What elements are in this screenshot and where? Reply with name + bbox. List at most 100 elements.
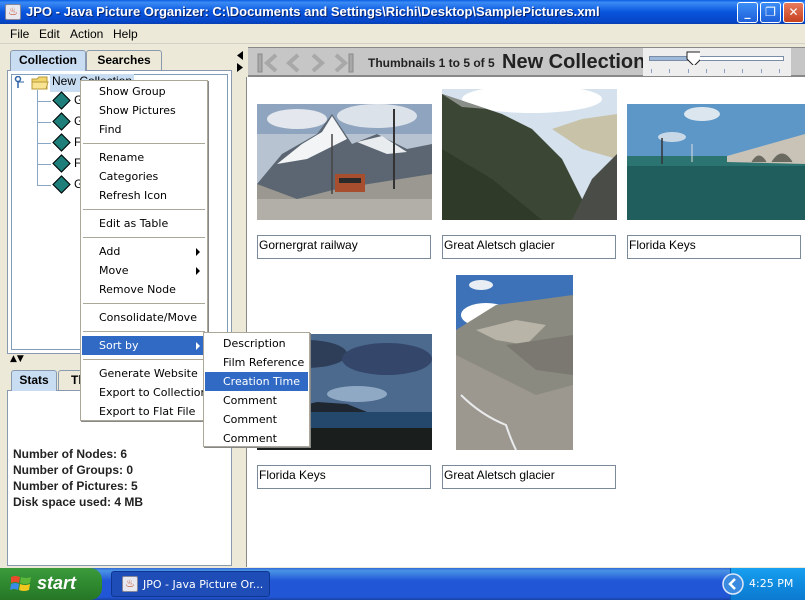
menu-item-rename[interactable]: Rename	[82, 148, 206, 167]
submenu-arrow-icon	[196, 342, 200, 350]
menu-separator	[83, 303, 205, 304]
tree-branch	[37, 185, 51, 186]
menu-action[interactable]: Action	[70, 27, 103, 41]
clock[interactable]: 4:25 PM	[749, 577, 793, 590]
slider-tick	[651, 69, 652, 73]
restore-button[interactable]: ❐	[760, 2, 781, 23]
menu-item-label: Sort by	[99, 339, 139, 352]
stat-disk-space: Disk space used: 4 MB	[13, 495, 144, 509]
menu-item-refresh-icon[interactable]: Refresh Icon	[82, 186, 206, 205]
zoom-slider[interactable]	[643, 48, 791, 76]
menu-item-add[interactable]: Add	[82, 242, 206, 261]
sort-option-comment[interactable]: Comment	[205, 429, 308, 448]
last-page-icon[interactable]	[333, 53, 355, 73]
thumbnail-image[interactable]	[257, 104, 432, 220]
system-tray: 4:25 PM	[722, 568, 805, 600]
thumbnail-image[interactable]	[442, 89, 617, 220]
menu-item-move[interactable]: Move	[82, 261, 206, 280]
sort-by-submenu: Description Film Reference Creation Time Co…	[203, 332, 310, 447]
menu-item-label: Find	[99, 123, 122, 136]
thumbnail-caption[interactable]: Great Aletsch glacier	[442, 235, 616, 259]
thumbnail-caption[interactable]: Great Aletsch glacier	[442, 465, 616, 489]
slider-tick	[779, 69, 780, 73]
tree-branch	[37, 101, 51, 102]
menu-separator	[83, 331, 205, 332]
show-hidden-icons-button[interactable]	[722, 573, 744, 595]
menu-item-find[interactable]: Find	[82, 120, 206, 139]
menu-help[interactable]: Help	[113, 27, 138, 41]
menu-item-label: Generate Website	[99, 367, 198, 380]
tree-handle-icon[interactable]	[14, 75, 24, 88]
menu-item-label: Remove Node	[99, 283, 176, 296]
sort-option-creation-time[interactable]: Creation Time	[205, 372, 308, 391]
menu-item-show-group[interactable]: Show Group	[82, 82, 206, 101]
menu-item-label: Edit as Table	[99, 217, 169, 230]
menu-item-label: Refresh Icon	[99, 189, 168, 202]
sort-option-film-reference[interactable]: Film Reference	[205, 353, 308, 372]
slider-thumb[interactable]	[686, 51, 700, 65]
slider-tick	[705, 69, 707, 73]
menu-item-label: Rename	[99, 151, 145, 164]
menu-item-categories[interactable]: Categories	[82, 167, 206, 186]
thumbnail-mountain-railway	[257, 104, 432, 220]
menu-separator	[83, 237, 205, 238]
java-app-icon[interactable]: ♨	[5, 4, 21, 20]
vertical-splitter[interactable]	[233, 45, 246, 567]
thumbnail-sea-bridge	[627, 104, 805, 220]
thumbnail-caption[interactable]: Florida Keys	[627, 235, 801, 259]
sort-option-description[interactable]: Description	[205, 334, 308, 353]
next-page-icon[interactable]	[309, 53, 327, 73]
tree-branch	[37, 164, 51, 165]
menu-item-consolidate-move[interactable]: Consolidate/Move	[82, 308, 206, 327]
tree-connector	[37, 90, 38, 186]
menu-item-edit-as-table[interactable]: Edit as Table	[82, 214, 206, 233]
menu-item-generate-website[interactable]: Generate Website	[82, 364, 206, 383]
menu-item-export-to-collection[interactable]: Export to Collection	[82, 383, 207, 402]
taskbar-item-jpo[interactable]: ♨ JPO - Java Picture Or...	[111, 571, 270, 597]
menu-item-label: Export to Flat File	[99, 405, 196, 418]
thumbnail-image[interactable]	[627, 104, 805, 220]
collection-title: New Collection	[502, 51, 646, 73]
folder-icon	[31, 76, 49, 90]
menu-edit[interactable]: Edit	[39, 27, 60, 41]
sort-option-label: Creation Time	[223, 375, 300, 388]
menu-item-remove-node[interactable]: Remove Node	[82, 280, 206, 299]
thumbnail-rocky-gorge	[456, 275, 573, 450]
splitter-collapse-icon[interactable]	[236, 51, 244, 73]
thumbnail-caption[interactable]: Florida Keys	[257, 465, 431, 489]
splitter-arrows-icon[interactable]: ▲▼	[10, 354, 24, 365]
previous-page-icon[interactable]	[284, 53, 302, 73]
tree-branch	[37, 143, 51, 144]
window-title: JPO - Java Picture Organizer: C:\Documen…	[26, 4, 600, 19]
menu-item-sort-by[interactable]: Sort by	[82, 336, 206, 355]
menu-item-label: Move	[99, 264, 129, 277]
menu-item-label: Consolidate/Move	[99, 311, 197, 324]
thumbnail-caption[interactable]: Gornergrat railway	[257, 235, 431, 259]
slider-tick	[724, 69, 726, 73]
minimize-button[interactable]: _	[737, 2, 758, 23]
menu-bar: File Edit Action Help	[0, 24, 805, 44]
stat-nodes: Number of Nodes: 6	[13, 447, 128, 461]
tab-collection[interactable]: Collection	[10, 50, 86, 71]
slider-tick	[669, 69, 671, 73]
menu-item-label: Show Pictures	[99, 104, 176, 117]
stat-groups: Number of Groups: 0	[13, 463, 134, 477]
menu-item-show-pictures[interactable]: Show Pictures	[82, 101, 206, 120]
thumbnail-glacier-valley	[442, 89, 617, 220]
menu-separator	[83, 359, 205, 360]
taskbar-item-label: JPO - Java Picture Or...	[143, 578, 264, 591]
menu-item-label: Add	[99, 245, 121, 258]
tab-searches[interactable]: Searches	[86, 50, 162, 71]
menu-item-export-to-flat-file[interactable]: Export to Flat File	[82, 402, 206, 421]
context-menu: Show Group Show Pictures Find Rename Categor…	[80, 80, 208, 421]
java-app-icon: ♨	[122, 576, 138, 592]
start-button[interactable]: start	[0, 568, 102, 600]
stat-pictures: Number of Pictures: 5	[13, 479, 138, 493]
close-button[interactable]: ✕	[783, 2, 804, 23]
menu-file[interactable]: File	[10, 27, 29, 41]
sort-option-comment[interactable]: Comment	[205, 410, 308, 429]
thumbnail-image[interactable]	[456, 275, 573, 450]
first-page-icon[interactable]	[257, 53, 279, 73]
sort-option-comment[interactable]: Comment	[205, 391, 308, 410]
tab-stats[interactable]: Stats	[11, 370, 57, 391]
